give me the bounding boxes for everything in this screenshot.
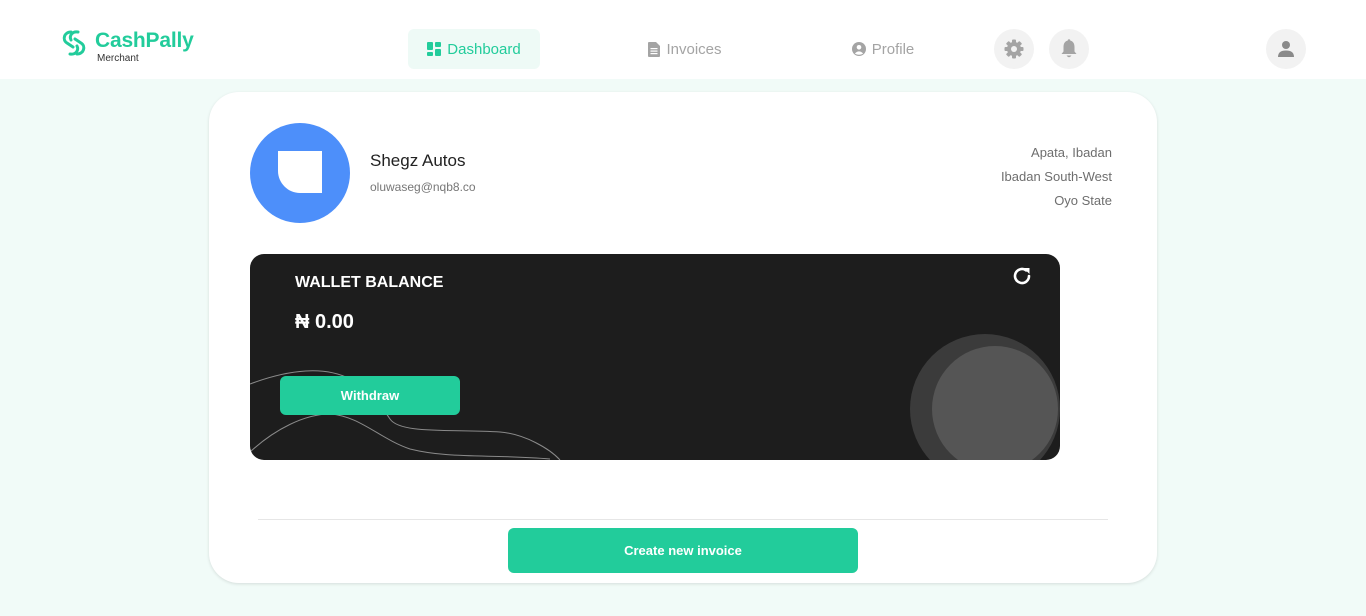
nav-profile[interactable]: Profile	[818, 29, 948, 69]
merchant-email: oluwaseg@nqb8.co	[370, 180, 476, 194]
user-circle-icon	[851, 42, 866, 56]
document-icon	[648, 41, 661, 57]
nav-invoices-label: Invoices	[666, 40, 722, 58]
nav-invoices[interactable]: Invoices	[620, 29, 750, 69]
wallet-balance-card: WALLET BALANCE ₦ 0.00 Withdraw	[250, 254, 1060, 460]
address-line-1: Apata, Ibadan	[1031, 145, 1112, 160]
top-navigation-bar: CashPally Merchant Dashboard Invoices Pr…	[0, 0, 1366, 79]
create-invoice-button[interactable]: Create new invoice	[508, 528, 858, 573]
bell-icon	[1061, 39, 1077, 58]
brand-logo[interactable]: CashPally Merchant	[59, 28, 194, 64]
shield-shape-icon	[278, 151, 322, 193]
user-icon	[1278, 41, 1294, 57]
grid-icon	[427, 42, 442, 56]
merchant-address: Apata, Ibadan Ibadan South-West Oyo Stat…	[1001, 141, 1112, 213]
brand-name: CashPally	[95, 29, 194, 52]
brand-subtitle: Merchant	[97, 53, 139, 64]
settings-button[interactable]	[994, 29, 1034, 69]
address-line-2: Ibadan South-West	[1000, 169, 1112, 184]
divider	[258, 519, 1108, 520]
user-menu-button[interactable]	[1266, 29, 1306, 69]
cashpally-logo-icon	[62, 30, 86, 56]
gear-icon	[1004, 39, 1024, 59]
nav-dashboard-label: Dashboard	[447, 40, 521, 58]
merchant-dashboard-card: Shegz Autos oluwaseg@nqb8.co Apata, Ibad…	[209, 92, 1157, 583]
merchant-name: Shegz Autos	[370, 151, 466, 170]
withdraw-button[interactable]: Withdraw	[280, 376, 460, 415]
notifications-button[interactable]	[1049, 29, 1089, 69]
wallet-balance-label: WALLET BALANCE	[295, 274, 444, 291]
nav-profile-label: Profile	[871, 40, 915, 58]
wallet-balance-amount: ₦ 0.00	[295, 311, 354, 333]
nav-dashboard[interactable]: Dashboard	[408, 29, 540, 69]
address-line-3: Oyo State	[1054, 193, 1112, 208]
merchant-avatar	[250, 123, 350, 223]
refresh-icon[interactable]	[1010, 264, 1034, 288]
